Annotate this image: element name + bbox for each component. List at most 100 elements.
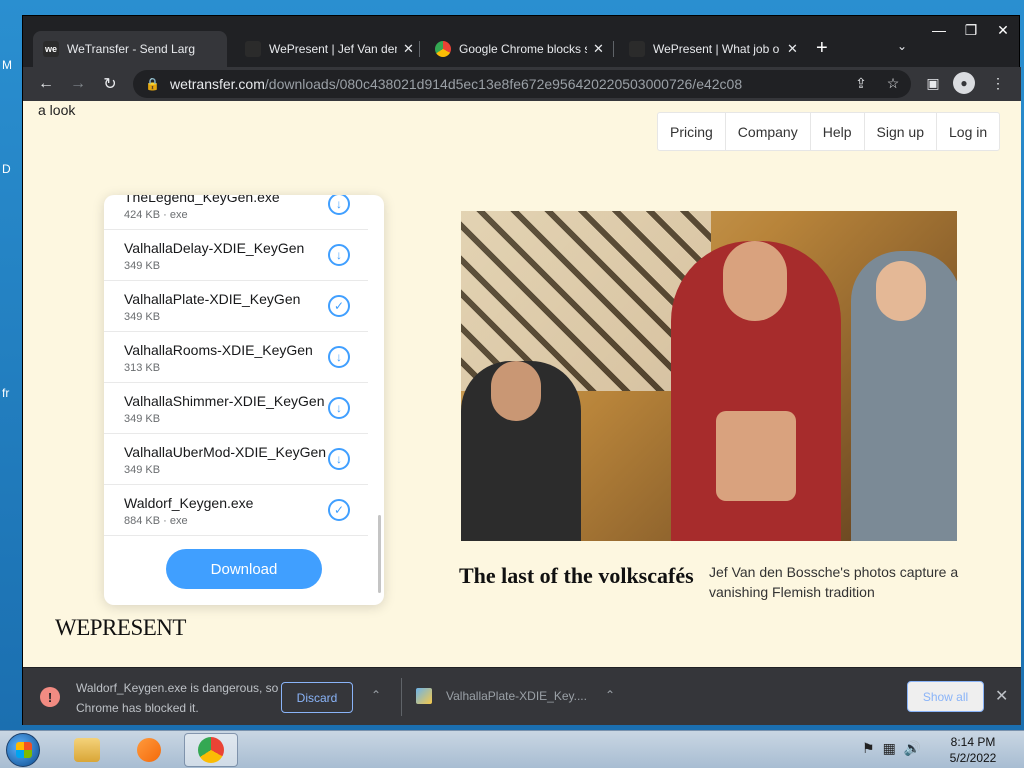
back-button[interactable]: ← — [33, 71, 59, 97]
show-all-button[interactable]: Show all — [907, 681, 984, 712]
file-meta: 349 KB — [124, 260, 161, 272]
new-tab-button[interactable]: + — [816, 37, 828, 60]
close-shelf-icon[interactable]: ✕ — [995, 686, 1008, 706]
start-button[interactable] — [6, 733, 40, 767]
wepresent-favicon-icon — [245, 41, 261, 57]
tab-title: WePresent | Jef Van den — [269, 42, 397, 56]
clock-date: 5/2/2022 — [949, 751, 997, 765]
list-item: ValhallaUberMod-XDIE_KeyGen 349 KB ↓ — [104, 434, 368, 485]
site-nav: Pricing Company Help Sign up Log in — [657, 112, 1001, 151]
list-item: TheLegend_KeyGen.exe 424 KB · exe ↓ — [104, 195, 368, 230]
checkmark-icon[interactable]: ✓ — [328, 499, 350, 521]
folder-icon — [74, 738, 100, 762]
list-item: ValhallaShimmer-XDIE_KeyGen 349 KB ↓ — [104, 383, 368, 434]
nav-pricing[interactable]: Pricing — [658, 113, 726, 150]
lock-icon[interactable]: 🔒 — [145, 77, 160, 91]
taskbar-explorer[interactable] — [60, 733, 114, 767]
download-file-icon[interactable]: ↓ — [328, 244, 350, 266]
tab-separator — [613, 41, 614, 57]
wepresent-logo[interactable]: WEPRESENT — [55, 615, 186, 641]
file-name: TheLegend_KeyGen.exe — [124, 195, 280, 205]
file-meta: 884 KB · exe — [124, 515, 188, 527]
tab-wepresent-job[interactable]: WePresent | What job o ✕ — [619, 31, 813, 67]
photo-face — [491, 361, 541, 421]
clock-time: 8:14 PM — [950, 735, 996, 749]
photo-person — [671, 241, 841, 541]
close-tab-icon[interactable]: ✕ — [593, 41, 604, 57]
profile-avatar-icon[interactable]: ● — [953, 72, 975, 94]
close-tab-icon[interactable]: ✕ — [403, 41, 414, 57]
list-item: Waldorf_Keygen.exe 884 KB · exe ✓ — [104, 485, 368, 536]
nav-help[interactable]: Help — [811, 113, 865, 150]
tab-search-button[interactable]: ⌄ — [897, 39, 907, 53]
bookmark-star-icon[interactable]: ☆ — [881, 71, 905, 95]
nav-company[interactable]: Company — [726, 113, 811, 150]
chrome-icon — [198, 737, 224, 763]
wetransfer-favicon-icon: we — [43, 41, 59, 57]
checkmark-icon[interactable]: ✓ — [328, 295, 350, 317]
tab-title: WePresent | What job o — [653, 42, 780, 56]
photo-person — [461, 361, 581, 541]
tab-wetransfer[interactable]: we WeTransfer - Send Large — [33, 31, 227, 67]
chevron-up-icon[interactable]: ⌃ — [371, 688, 381, 702]
file-meta: 349 KB — [124, 311, 161, 323]
browser-toolbar: ← → ↻ 🔒 wetransfer.com/downloads/080c438… — [23, 67, 1021, 101]
chrome-window: — ❐ ✕ we WeTransfer - Send Large WePrese… — [22, 15, 1021, 725]
warning-icon: ! — [40, 687, 60, 707]
taskbar-chrome[interactable] — [184, 733, 238, 767]
chevron-up-icon[interactable]: ⌃ — [605, 688, 615, 702]
action-center-flag-icon[interactable]: ⚑ — [862, 740, 875, 757]
file-name: ValhallaRooms-XDIE_KeyGen — [124, 342, 313, 358]
tab-strip: we WeTransfer - Send Large WePresent | J… — [23, 31, 1021, 67]
desktop-icon-label: M — [2, 58, 12, 72]
nav-sign-up[interactable]: Sign up — [865, 113, 937, 150]
list-item: ValhallaRooms-XDIE_KeyGen 313 KB ↓ — [104, 332, 368, 383]
article-title[interactable]: The last of the volkscafés — [459, 563, 694, 589]
tab-title: Google Chrome blocks s — [459, 42, 587, 56]
wepresent-favicon-icon — [629, 41, 645, 57]
article-photo[interactable] — [461, 211, 957, 541]
media-player-icon — [137, 738, 161, 762]
discard-button[interactable]: Discard — [281, 682, 353, 713]
scrollbar[interactable] — [378, 515, 381, 593]
photo-face — [723, 241, 787, 321]
side-panel-icon[interactable]: ▣ — [921, 71, 945, 95]
download-file-icon[interactable]: ↓ — [328, 448, 350, 470]
download-item-name[interactable]: ValhallaPlate-XDIE_Key.... — [446, 689, 587, 703]
tab-wepresent-jef[interactable]: WePresent | Jef Van den ✕ — [235, 31, 429, 67]
clock[interactable]: 8:14 PM 5/2/2022 — [945, 734, 1001, 766]
file-name: Waldorf_Keygen.exe — [124, 495, 254, 511]
download-file-icon[interactable]: ↓ — [328, 195, 350, 215]
taskbar-media-player[interactable] — [122, 733, 176, 767]
network-icon[interactable]: ▦ — [883, 740, 896, 757]
file-name: ValhallaPlate-XDIE_KeyGen — [124, 291, 301, 307]
url-host: wetransfer.com — [169, 76, 265, 92]
download-button[interactable]: Download — [166, 549, 322, 589]
forward-button[interactable]: → — [65, 71, 91, 97]
chrome-menu-icon[interactable]: ⋮ — [986, 71, 1010, 95]
address-bar[interactable]: 🔒 wetransfer.com/downloads/080c438021d91… — [133, 70, 911, 98]
shelf-separator — [401, 678, 402, 716]
file-name: ValhallaUberMod-XDIE_KeyGen — [124, 444, 327, 460]
photo-tattoo — [716, 411, 796, 501]
taskbar: ⚑ ▦ 🔊 8:14 PM 5/2/2022 — [0, 730, 1024, 768]
file-name: ValhallaShimmer-XDIE_KeyGen — [124, 393, 325, 409]
list-item: ValhallaPlate-XDIE_KeyGen 349 KB ✓ — [104, 281, 368, 332]
google-favicon-icon — [435, 41, 451, 57]
file-list: TheLegend_KeyGen.exe 424 KB · exe ↓ Valh… — [104, 195, 376, 536]
file-meta: 313 KB — [124, 362, 161, 374]
download-file-icon[interactable]: ↓ — [328, 397, 350, 419]
reload-button[interactable]: ↻ — [97, 71, 123, 97]
desktop-icon-label: D — [2, 162, 11, 176]
windows-logo-icon — [16, 742, 32, 758]
tab-chrome-blocks[interactable]: Google Chrome blocks s ✕ — [425, 31, 619, 67]
volume-icon[interactable]: 🔊 — [904, 740, 921, 757]
page-content: a look Pricing Company Help Sign up Log … — [23, 101, 1021, 667]
share-icon[interactable]: ⇪ — [849, 71, 873, 95]
download-file-icon[interactable]: ↓ — [328, 346, 350, 368]
list-item: ValhallaDelay-XDIE_KeyGen 349 KB ↓ — [104, 230, 368, 281]
nav-log-in[interactable]: Log in — [937, 113, 999, 150]
file-icon — [416, 688, 432, 704]
close-tab-icon[interactable]: ✕ — [787, 41, 798, 57]
file-name: ValhallaDelay-XDIE_KeyGen — [124, 240, 305, 256]
